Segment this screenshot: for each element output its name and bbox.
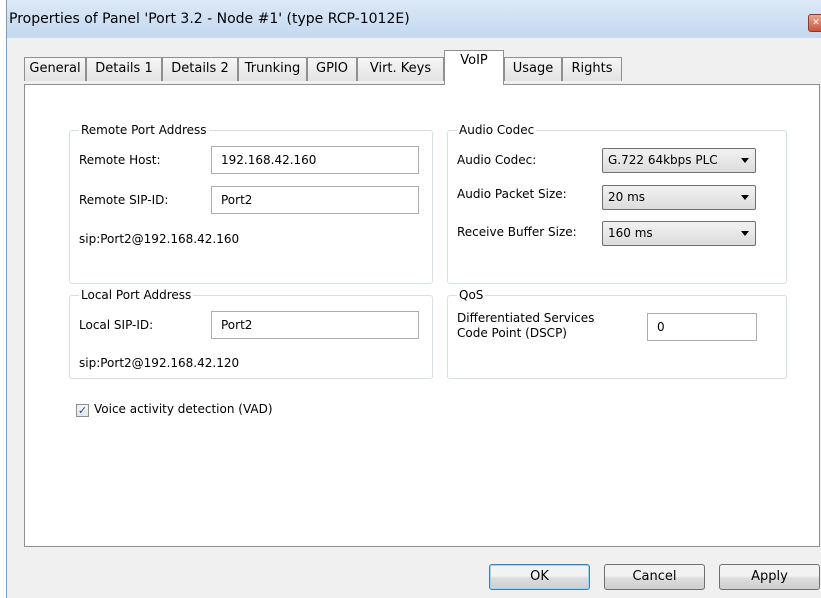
ok-button[interactable]: OK [489,564,590,590]
remote-sip-uri: sip:Port2@192.168.42.160 [79,232,240,246]
tab-usage[interactable]: Usage [504,57,562,81]
title-bar[interactable]: Properties of Panel 'Port 3.2 - Node #1'… [7,0,821,38]
vad-label[interactable]: Voice activity detection (VAD) [94,402,273,416]
chevron-down-icon [741,231,749,236]
tab-general[interactable]: General [24,57,86,81]
vad-checkbox[interactable]: ✓ [76,404,89,417]
remote-host-input[interactable]: 192.168.42.160 [211,146,419,174]
local-sip-id-label: Local SIP-ID: [79,318,154,332]
dscp-input[interactable]: 0 [647,313,757,341]
qos-group: QoS Differentiated Services Code Point (… [447,288,787,379]
window-title: Properties of Panel 'Port 3.2 - Node #1'… [9,11,410,27]
local-sip-uri: sip:Port2@192.168.42.120 [79,356,240,370]
local-port-legend: Local Port Address [79,288,194,302]
audio-codec-select[interactable]: G.722 64kbps PLC [602,148,756,173]
properties-dialog: Properties of Panel 'Port 3.2 - Node #1'… [6,0,821,598]
audio-packet-size-value: 20 ms [608,190,646,204]
audio-packet-size-label: Audio Packet Size: [457,187,567,201]
tab-gpio[interactable]: GPIO [307,57,357,81]
remote-port-legend: Remote Port Address [79,123,209,137]
tab-details-1[interactable]: Details 1 [86,57,162,81]
receive-buffer-size-select[interactable]: 160 ms [602,221,756,246]
dscp-label-line-1: Differentiated Services [457,311,595,325]
voip-tab-panel: Remote Port Address Remote Host: 192.168… [24,84,820,547]
local-sip-id-input[interactable]: Port2 [211,311,419,339]
local-port-address-group: Local Port Address Local SIP-ID: Port2 s… [69,288,433,379]
cancel-button[interactable]: Cancel [604,564,705,590]
chevron-down-icon [741,158,749,163]
dialog-client-area: General Details 1 Details 2 Trunking GPI… [7,38,821,598]
audio-codec-value: G.722 64kbps PLC [608,153,718,167]
apply-button[interactable]: Apply [719,564,820,590]
chevron-down-icon [741,195,749,200]
tab-voip[interactable]: VoIP [444,50,504,85]
tab-virt-keys[interactable]: Virt. Keys [357,57,444,81]
tab-trunking[interactable]: Trunking [238,57,307,81]
remote-port-address-group: Remote Port Address Remote Host: 192.168… [69,123,433,284]
remote-sip-id-label: Remote SIP-ID: [79,193,169,207]
tab-rights[interactable]: Rights [562,57,622,81]
close-icon[interactable]: ✕ [808,14,821,32]
audio-codec-label: Audio Codec: [457,153,537,167]
receive-buffer-size-value: 160 ms [608,226,653,240]
audio-codec-legend: Audio Codec [457,123,537,137]
qos-legend: QoS [457,288,486,302]
remote-sip-id-input[interactable]: Port2 [211,186,419,214]
remote-host-label: Remote Host: [79,153,161,167]
dscp-label-line-2: Code Point (DSCP) [457,326,567,340]
tab-details-2[interactable]: Details 2 [162,57,238,81]
receive-buffer-size-label: Receive Buffer Size: [457,225,577,239]
audio-codec-group: Audio Codec Audio Codec: G.722 64kbps PL… [447,123,787,284]
audio-packet-size-select[interactable]: 20 ms [602,185,756,210]
